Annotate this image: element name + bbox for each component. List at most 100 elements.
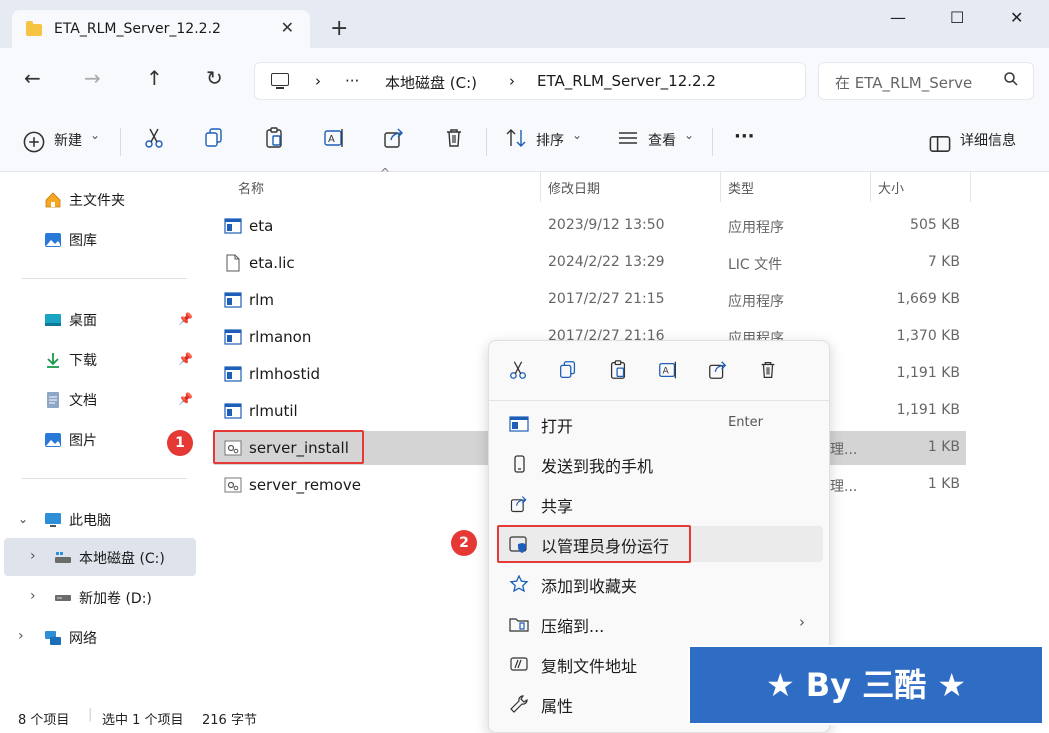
desktop-icon [45,314,61,326]
menu-item-send-to-phone[interactable]: 发送到我的手机 [497,446,823,482]
cut-icon[interactable] [142,126,166,150]
table-row[interactable]: eta.lic 2024/2/22 13:29 LIC 文件 7 KB [214,246,966,280]
menu-item-compress[interactable]: 压缩到... › [497,606,823,642]
exe-icon [224,292,242,308]
breadcrumb-drive[interactable]: 本地磁盘 (C:) [385,72,477,93]
address-bar[interactable]: › ··· 本地磁盘 (C:) › ETA_RLM_Server_12.2.2 [254,62,806,100]
close-window-button[interactable]: ✕ [1010,8,1023,27]
menu-item-add-favorite[interactable]: 添加到收藏夹 [497,566,823,602]
sort-icon [506,129,526,147]
tab-eta-rlm-server[interactable]: ETA_RLM_Server_12.2.2 ✕ [12,10,310,48]
paste-icon[interactable] [262,126,286,150]
chevron-right-icon: › [799,613,805,631]
column-header-type[interactable]: 类型 [728,178,754,197]
svg-text:A: A [328,134,335,145]
tab-title: ETA_RLM_Server_12.2.2 [54,21,221,37]
copy-icon[interactable] [557,359,579,381]
tab-close-icon[interactable]: ✕ [281,18,294,37]
share-icon[interactable] [382,126,406,150]
new-tab-button[interactable]: + [330,18,348,40]
folder-icon [26,21,42,36]
chevron-down-icon: ⌄ [90,128,101,142]
breadcrumb-folder[interactable]: ETA_RLM_Server_12.2.2 [537,72,716,90]
step-badge-1: 1 [167,430,193,456]
column-header-size[interactable]: 大小 [878,178,904,197]
breadcrumb-separator: › [509,72,515,90]
home-icon [45,192,61,208]
document-icon [47,392,59,408]
exe-icon [224,403,242,419]
share-icon[interactable] [707,359,729,381]
rename-icon[interactable]: A [657,359,679,381]
watermark-banner: ★ By 三酷 ★ [688,645,1044,725]
sort-button[interactable]: 排序 [536,130,564,150]
sidebar-divider [22,478,187,479]
pictures-icon [45,433,61,447]
table-row[interactable]: eta 2023/9/12 13:50 应用程序 505 KB [214,209,966,243]
navigation-bar: ← → ↑ ↻ › ··· 本地磁盘 (C:) › ETA_RLM_Server… [0,48,1049,112]
search-placeholder: 在 ETA_RLM_Serve [835,74,973,92]
paste-icon[interactable] [607,359,629,381]
rename-icon[interactable]: A [322,126,346,150]
column-divider [540,172,541,202]
view-icon [619,132,637,144]
minimize-button[interactable]: — [890,8,906,27]
wrench-icon [510,695,528,713]
star-icon [509,574,529,593]
batch-file-icon [224,477,242,493]
more-options-button[interactable]: ··· [734,126,755,147]
status-divider: | [88,707,93,722]
column-header-date[interactable]: 修改日期 [548,178,600,197]
open-shortcut: Enter [728,415,763,430]
maximize-button[interactable]: ☐ [950,8,964,27]
plus-circle-icon [23,131,45,153]
selection-count: 选中 1 个项目 [102,713,184,728]
drive-icon [55,595,71,601]
breadcrumb-separator: › [315,72,321,90]
step-badge-2: 2 [451,530,477,556]
toolbar-divider [120,128,121,156]
chevron-right-icon[interactable]: › [18,628,24,644]
zip-folder-icon [509,618,529,632]
menu-item-open[interactable]: 打开 Enter [497,406,823,442]
chevron-right-icon[interactable]: › [30,548,36,564]
pin-icon: 📌 [178,312,193,326]
exe-icon [224,218,242,234]
network-icon [45,631,61,645]
exe-icon [224,329,242,345]
menu-item-share[interactable]: 共享 [497,486,823,522]
back-button[interactable]: ← [24,66,41,90]
cut-icon[interactable] [507,359,529,381]
breadcrumb-more[interactable]: ··· [345,72,359,90]
context-quick-actions: A [489,341,829,401]
view-button[interactable]: 查看 [648,130,676,150]
gallery-icon [45,233,61,247]
selection-size: 216 字节 [202,713,257,728]
search-icon [1004,72,1018,86]
details-button[interactable]: 详细信息 [960,130,1016,150]
column-divider [720,172,721,202]
exe-icon [224,366,242,382]
download-icon [47,353,59,368]
pin-icon: 📌 [178,392,193,406]
column-header-name[interactable]: 名称 [238,178,264,197]
copy-icon[interactable] [202,126,226,150]
new-button[interactable]: 新建 [54,130,82,150]
search-input[interactable]: 在 ETA_RLM_Serve [818,62,1034,100]
forward-button[interactable]: → [84,66,101,90]
file-icon [226,254,240,272]
delete-icon[interactable] [757,359,779,381]
refresh-button[interactable]: ↻ [206,66,223,90]
delete-icon[interactable] [442,126,466,150]
chevron-right-icon[interactable]: › [30,588,36,604]
table-row[interactable]: rlm 2017/2/27 21:15 应用程序 1,669 KB [214,283,966,317]
chevron-down-icon[interactable]: ⌄ [18,512,28,526]
phone-icon [514,455,525,473]
svg-text:A: A [663,366,670,377]
share-icon [510,496,527,513]
tab-bar: ETA_RLM_Server_12.2.2 ✕ + — ☐ ✕ [0,0,1049,48]
up-button[interactable]: ↑ [146,66,163,90]
column-divider [970,172,971,202]
open-icon [509,416,529,432]
command-bar: 新建 ⌄ A 排序 ⌄ 查看 ⌄ ··· 详细信息 [0,112,1049,172]
